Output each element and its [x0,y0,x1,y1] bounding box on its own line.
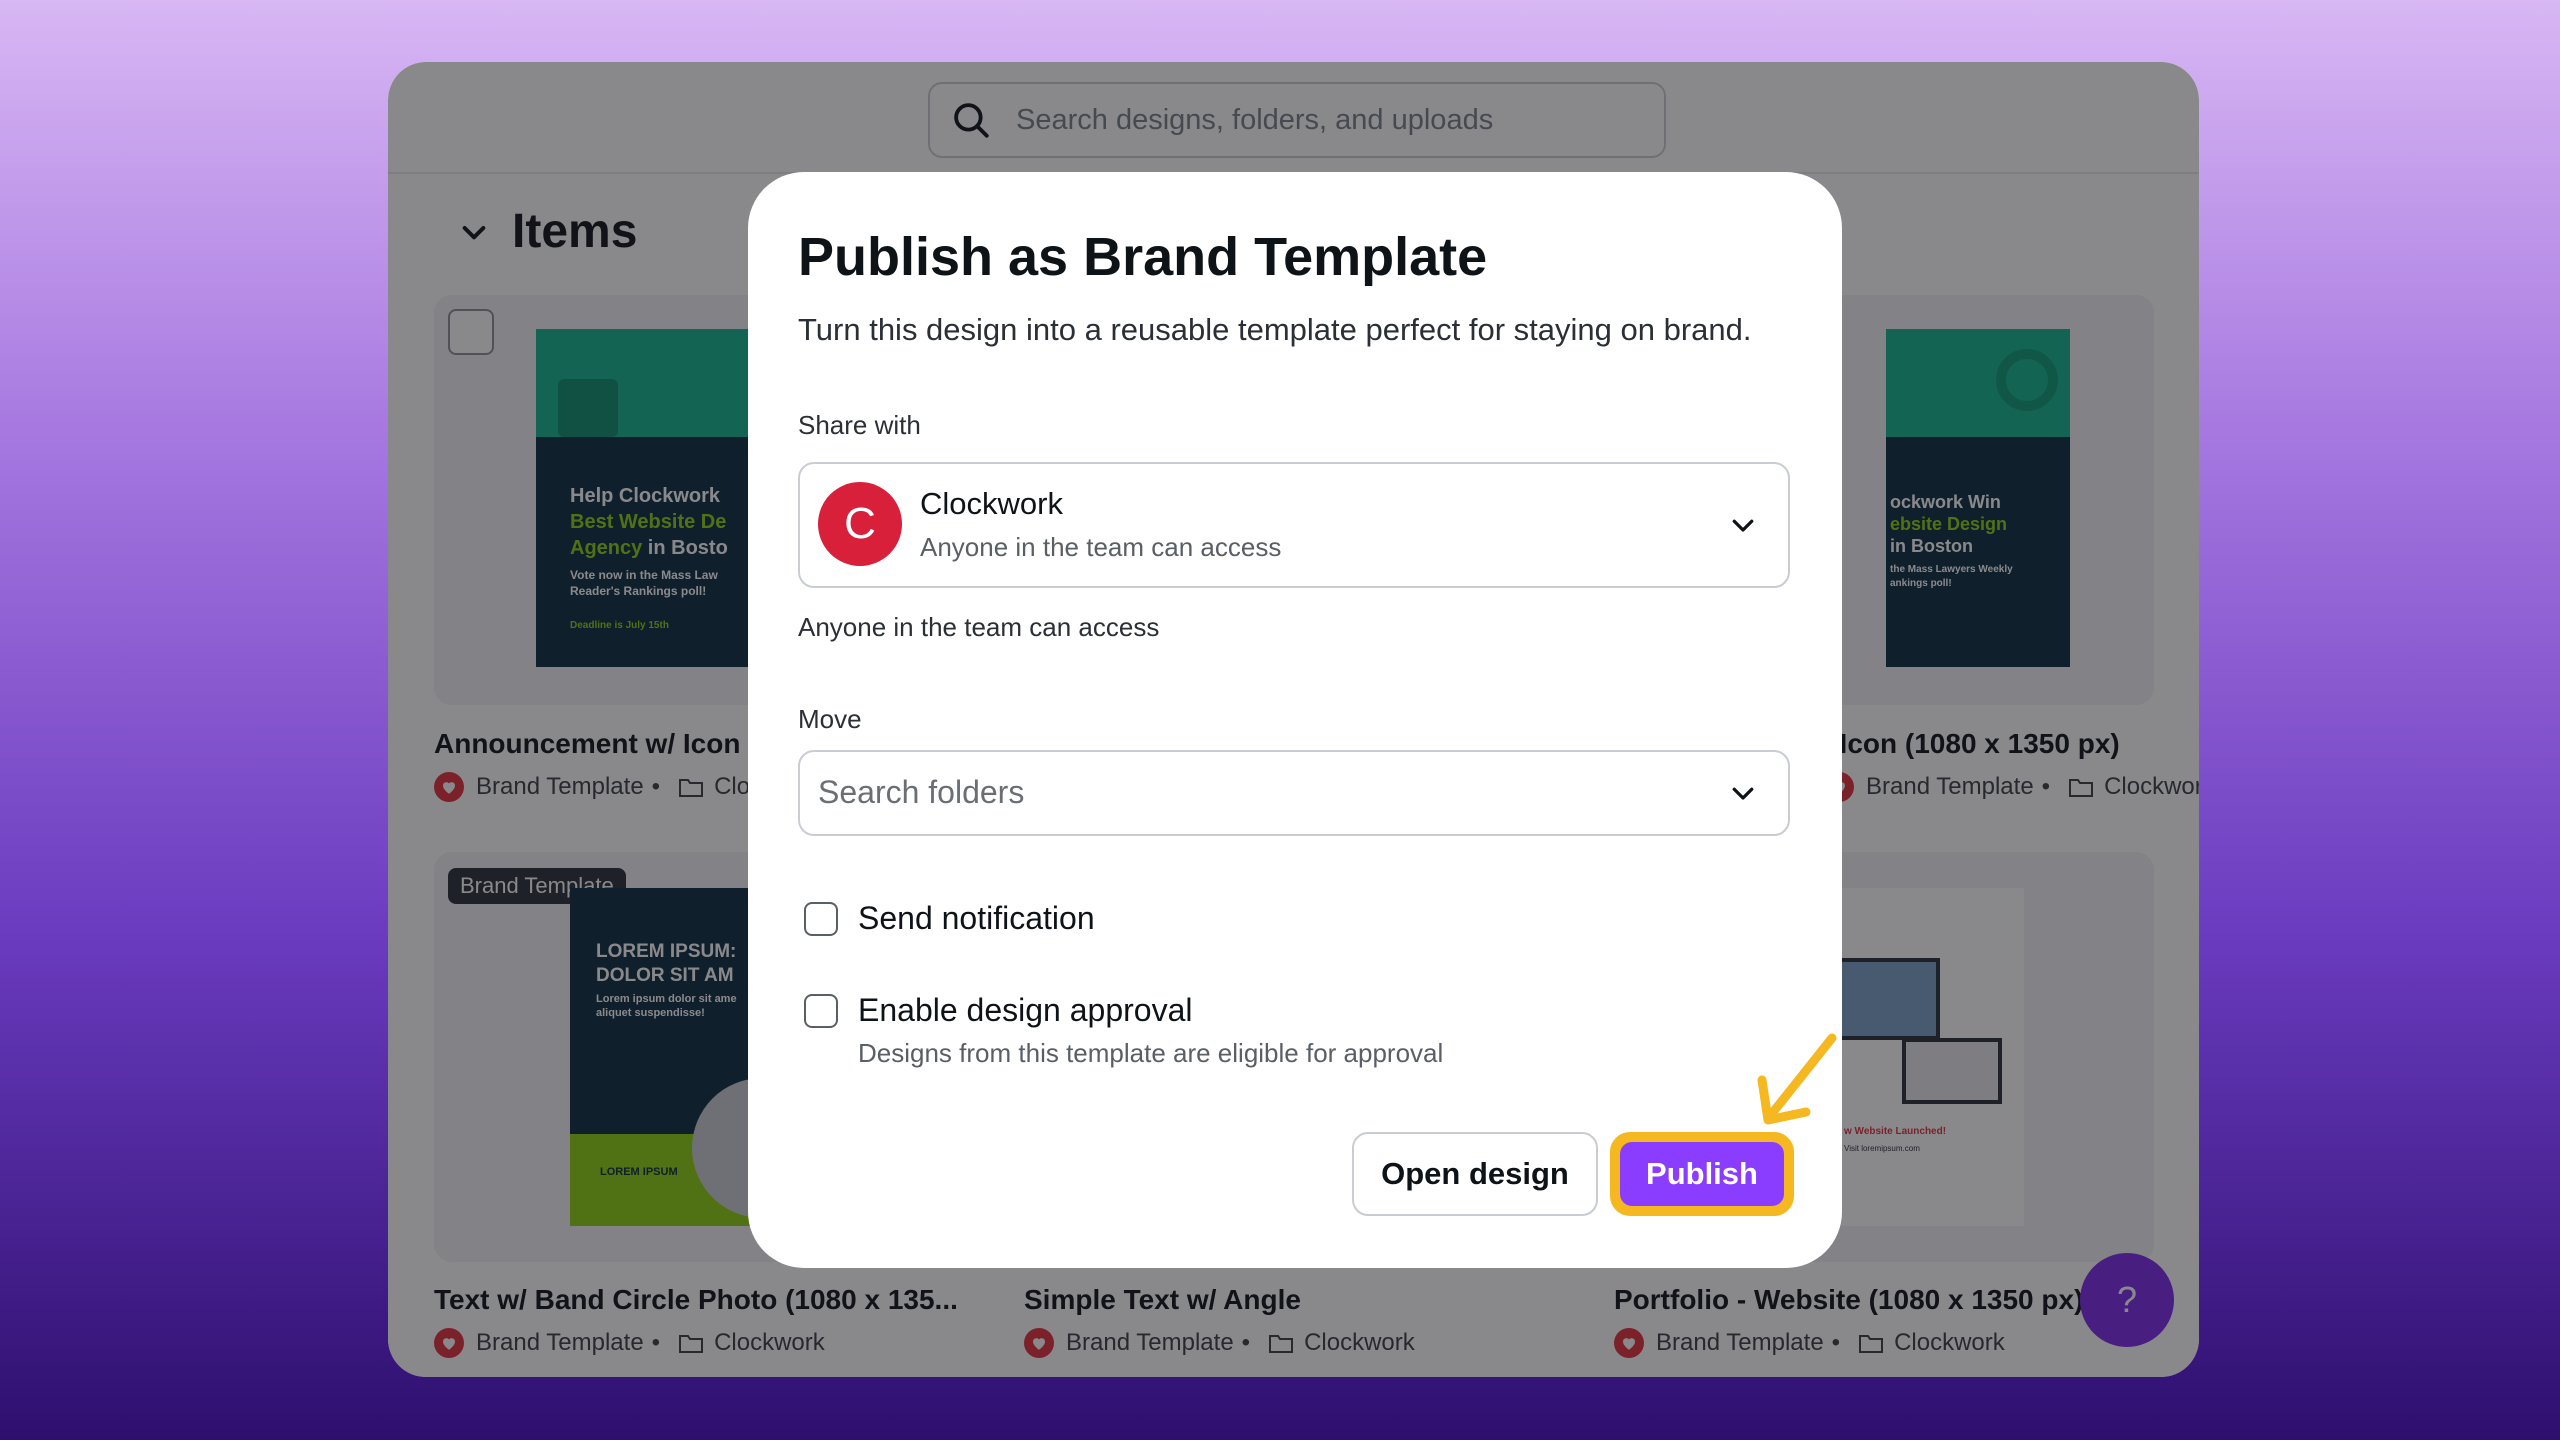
dialog-subtitle: Turn this design into a reusable templat… [798,312,1752,347]
approval-hint: Designs from this template are eligible … [858,1038,1444,1068]
team-access: Anyone in the team can access [920,532,1282,562]
send-notification-checkbox[interactable] [804,901,838,936]
publish-highlight: Publish [1610,1132,1794,1216]
send-notification-label: Send notification [858,900,1095,936]
dialog-title: Publish as Brand Template [798,227,1488,287]
chevron-down-icon [1732,787,1754,800]
publish-brand-template-dialog: Publish as Brand Template Turn this desi… [748,172,1842,1268]
open-design-button[interactable]: Open design [1352,1132,1598,1216]
team-name: Clockwork [920,486,1063,521]
folder-search-select[interactable]: Search folders [798,750,1790,836]
chevron-down-icon [1732,519,1754,532]
enable-approval-option[interactable]: Enable design approval [804,992,1192,1029]
team-avatar: C [818,482,902,566]
folder-search-placeholder: Search folders [818,774,1025,810]
publish-button[interactable]: Publish [1620,1142,1784,1206]
enable-approval-checkbox[interactable] [804,993,838,1028]
share-hint: Anyone in the team can access [798,612,1160,642]
send-notification-option[interactable]: Send notification [804,900,1095,937]
share-with-label: Share with [798,410,921,440]
arrow-annotation-icon [1757,1033,1837,1125]
move-label: Move [798,704,862,734]
share-with-select[interactable]: C Clockwork Anyone in the team can acces… [798,462,1790,588]
enable-approval-label: Enable design approval [858,992,1193,1028]
